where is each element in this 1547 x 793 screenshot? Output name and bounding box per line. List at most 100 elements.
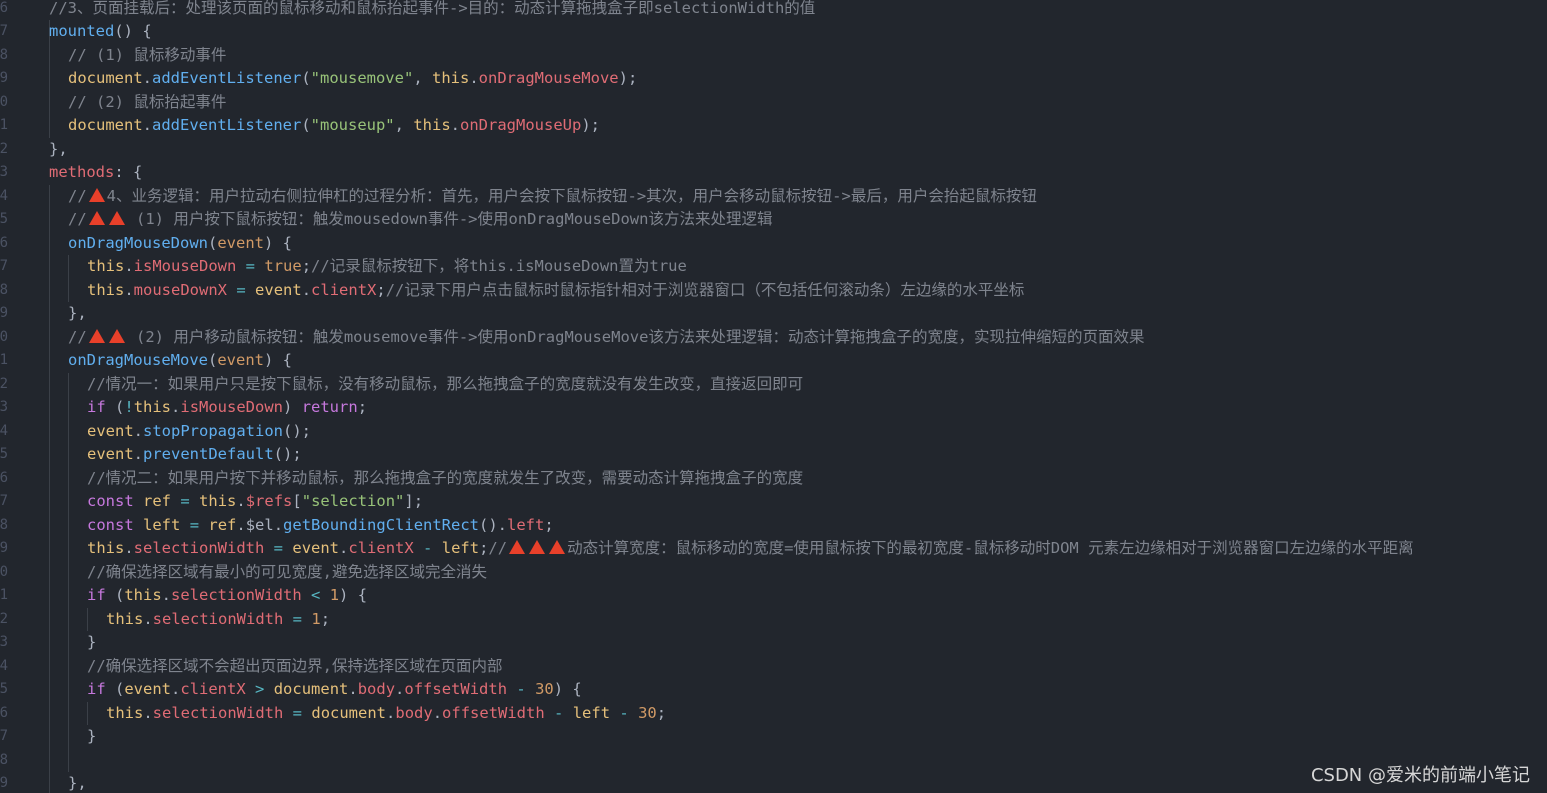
code-token: }, [68, 304, 87, 322]
code-token: < [311, 586, 321, 604]
code-token: addEventListener [152, 116, 302, 134]
code-line[interactable]: // (1) 鼠标移动事件 [68, 44, 226, 68]
code-line[interactable]: //确保选择区域有最小的可见宽度,避免选择区域完全消失 [87, 561, 487, 585]
indent-guide [87, 607, 88, 631]
code-line[interactable]: methods: { [49, 161, 142, 185]
code-token: left [507, 515, 545, 534]
warning-triangle-icon [509, 540, 526, 554]
code-token: body [395, 703, 433, 722]
code-line[interactable]: // (1) 用户按下鼠标按钮：触发mousedown事件->使用onDragM… [68, 208, 772, 232]
code-line[interactable]: document.addEventListener("mousemove", t… [68, 67, 637, 91]
code-token: if [87, 680, 106, 698]
indent-guide [68, 372, 69, 772]
code-line[interactable]: if (event.clientX > document.body.offset… [87, 678, 582, 702]
code-line[interactable]: if (!this.isMouseDown) return; [87, 396, 367, 420]
code-token: this [87, 280, 125, 299]
code-token: onDragMouseMove [68, 351, 208, 369]
code-token: (). [479, 515, 508, 534]
code-token: clientX [180, 680, 246, 698]
code-line[interactable]: } [87, 631, 96, 655]
code-line[interactable]: this.selectionWidth = document.body.offs… [106, 702, 666, 726]
code-line[interactable]: this.selectionWidth = event.clientX - le… [87, 537, 1414, 561]
code-editor[interactable]: 6789012345678901234567890123456789 //3、页… [0, 0, 1547, 793]
code-token: selectionWidth [133, 539, 265, 557]
code-token: . [133, 421, 144, 440]
code-line[interactable]: event.preventDefault(); [87, 443, 302, 467]
code-token: = [236, 280, 246, 299]
code-line[interactable]: this.mouseDownX = event.clientX;//记录下用户点… [87, 279, 1024, 303]
code-token: [ [292, 492, 302, 510]
code-token: ref [208, 515, 237, 534]
code-line[interactable]: this.isMouseDown = true;//记录鼠标按钮下，将this.… [87, 255, 687, 279]
code-line[interactable]: const left = ref.$el.getBoundingClientRe… [87, 514, 554, 538]
code-line[interactable]: } [87, 725, 96, 749]
code-token: . [142, 116, 152, 134]
code-token: . [124, 257, 134, 275]
code-line[interactable]: // (2) 用户移动鼠标按钮：触发mousemove事件->使用onDragM… [68, 326, 1144, 350]
code-token: = [273, 539, 284, 557]
code-token: (); [273, 445, 302, 463]
code-line[interactable]: }, [49, 138, 68, 162]
code-token: // [68, 327, 87, 346]
code-line[interactable]: if (this.selectionWidth < 1) { [87, 584, 367, 608]
code-token: }, [49, 139, 68, 158]
code-token: () { [114, 22, 152, 40]
code-token: . [133, 445, 144, 463]
code-token: . [143, 609, 153, 628]
code-token: ); [618, 69, 638, 87]
code-token: addEventListener [152, 69, 302, 87]
code-line[interactable]: // (2) 鼠标抬起事件 [68, 91, 226, 115]
code-line[interactable]: document.addEventListener("mouseup", thi… [68, 114, 600, 138]
code-token: //情况二：如果用户按下并移动鼠标，那么拖拽盒子的宽度就发生了改变，需要动态计算… [87, 468, 804, 487]
code-line[interactable]: event.stopPropagation(); [87, 420, 311, 444]
code-line[interactable]: const ref = this.$refs["selection"]; [87, 490, 423, 514]
code-token: clientX [348, 539, 414, 557]
code-token: onDragMouseDown [68, 233, 208, 252]
code-line[interactable]: mounted() { [49, 20, 152, 44]
code-token: selectionWidth [171, 586, 302, 604]
code-token: (2) 用户移动鼠标按钮：触发mousemove事件->使用onDragMous… [126, 327, 1145, 346]
code-token: document [68, 116, 143, 134]
code-line[interactable]: //情况二：如果用户按下并移动鼠标，那么拖拽盒子的宽度就发生了改变，需要动态计算… [87, 467, 803, 491]
code-line[interactable]: this.selectionWidth = 1; [106, 608, 330, 632]
code-line[interactable]: //3、页面挂载后：处理该页面的鼠标移动和鼠标抬起事件->目的：动态计算拖拽盒子… [49, 0, 815, 20]
code-token: 1 [311, 609, 321, 628]
code-token: //确保选择区域有最小的可见宽度,避免选择区域完全消失 [87, 562, 487, 581]
code-token: offsetWidth [442, 703, 545, 722]
code-token: ref [143, 492, 172, 510]
code-token: this [87, 539, 125, 557]
code-line[interactable]: onDragMouseDown(event) { [68, 232, 292, 256]
code-line[interactable]: //情况一：如果用户只是按下鼠标，没有移动鼠标，那么拖拽盒子的宽度就没有发生改变… [87, 373, 803, 397]
code-token: ; [357, 398, 368, 416]
code-token: onDragMouseMove [478, 69, 619, 87]
code-line[interactable]: //确保选择区域不会超出页面边界,保持选择区域在页面内部 [87, 655, 503, 679]
code-token: = [292, 703, 303, 722]
code-line[interactable]: onDragMouseMove(event) { [68, 349, 292, 373]
code-token: > [255, 680, 265, 698]
code-token: . [171, 680, 181, 698]
code-token: ); [581, 116, 600, 134]
code-token: body [357, 680, 396, 698]
code-token: // [68, 210, 87, 228]
code-token: (); [283, 421, 311, 440]
code-area[interactable]: //3、页面挂载后：处理该页面的鼠标移动和鼠标抬起事件->目的：动态计算拖拽盒子… [0, 0, 1547, 793]
warning-triangle-icon [529, 540, 546, 554]
code-token: mouseDownX [133, 280, 227, 299]
indent-guide [49, 184, 50, 793]
code-token: this [124, 586, 162, 604]
code-token: left [441, 539, 480, 557]
code-line[interactable]: }, [68, 772, 87, 793]
code-line[interactable]: }, [68, 302, 87, 326]
code-line[interactable]: // 4、业务逻辑：用户拉动右侧拉伸杠的过程分析：首先，用户会按下鼠标按钮->其次… [68, 185, 1037, 209]
